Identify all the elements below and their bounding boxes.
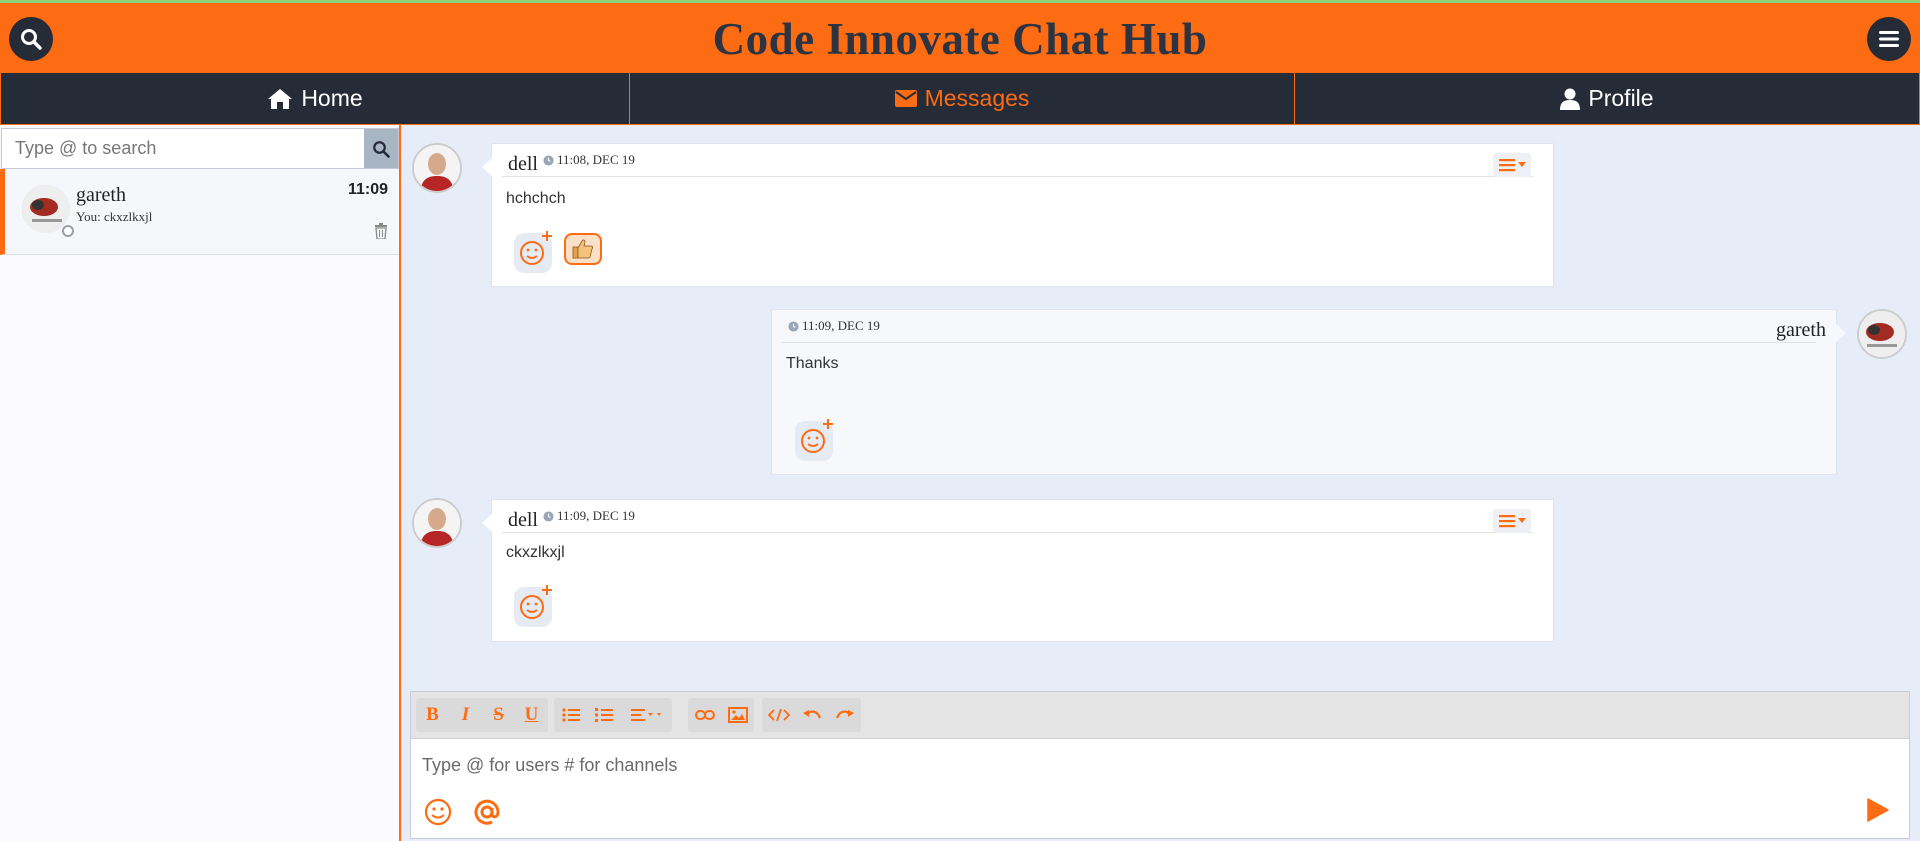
message-timestamp: 11:08, DEC 19 xyxy=(543,152,635,168)
add-emoji-icon xyxy=(801,419,833,453)
envelope-icon xyxy=(894,90,917,107)
numbered-list-icon xyxy=(594,708,613,722)
strikethrough-button[interactable]: S xyxy=(482,698,515,732)
text-style-group: B I S U xyxy=(416,698,548,732)
code-button[interactable] xyxy=(762,698,795,732)
user-icon xyxy=(1560,88,1581,110)
message-header: 11:09, DEC 19 gareth xyxy=(782,315,1826,343)
tab-profile[interactable]: Profile xyxy=(1294,73,1920,125)
app-title: Code Innovate Chat Hub xyxy=(712,14,1208,64)
align-dropdown-button[interactable] xyxy=(620,698,672,732)
conversation-preview: You: ckxzlkxjl xyxy=(76,209,153,224)
conversation-sidebar: gareth You: ckxzlkxjl 11:09 xyxy=(0,125,401,841)
message-composer: B I S U xyxy=(410,691,1910,839)
hamburger-menu-icon xyxy=(1879,31,1899,47)
conversation-search-input[interactable] xyxy=(2,129,364,168)
home-icon xyxy=(268,88,293,109)
reaction-thumbs-up[interactable] xyxy=(564,233,602,265)
message-sender: gareth xyxy=(1776,319,1826,341)
search-icon xyxy=(373,140,390,158)
conversation-name: gareth xyxy=(76,184,126,206)
add-reaction-button[interactable] xyxy=(795,419,833,461)
message-sender: dell xyxy=(508,153,538,175)
emoji-button[interactable] xyxy=(423,797,453,827)
message-timestamp: 11:09, DEC 19 xyxy=(543,508,635,524)
redo-icon xyxy=(835,710,854,719)
message-text: ckxzlkxjl xyxy=(506,544,565,561)
message-bubble: dell 11:08, DEC 19 hchchch xyxy=(482,143,1554,287)
add-emoji-icon xyxy=(520,585,552,619)
bullet-list-icon xyxy=(561,708,580,722)
image-icon xyxy=(727,707,748,723)
send-button[interactable] xyxy=(1863,795,1893,825)
caret-down-icon xyxy=(1517,162,1526,167)
bold-button[interactable]: B xyxy=(416,698,449,732)
message-time: 11:09, DEC 19 xyxy=(802,318,880,333)
message-timestamp: 11:09, DEC 19 xyxy=(788,318,880,334)
undo-icon xyxy=(802,710,821,719)
at-sign-icon xyxy=(474,799,500,825)
undo-button[interactable] xyxy=(795,698,828,732)
list-group xyxy=(554,698,672,732)
delete-conversation-button[interactable] xyxy=(374,223,388,244)
message-input[interactable] xyxy=(422,752,1892,778)
history-group xyxy=(762,698,861,732)
link-button[interactable] xyxy=(688,698,721,732)
caret-down-icon xyxy=(1517,518,1526,523)
underline-button[interactable]: U xyxy=(515,698,548,732)
clock-icon xyxy=(543,510,554,522)
image-button[interactable] xyxy=(721,698,754,732)
formatting-toolbar: B I S U xyxy=(411,692,1909,739)
avatar xyxy=(1857,309,1907,359)
message-menu-button[interactable] xyxy=(1493,509,1531,533)
message-menu-button[interactable] xyxy=(1493,153,1531,177)
conversation-time: 11:09 xyxy=(347,181,388,198)
message-time: 11:09, DEC 19 xyxy=(557,508,635,523)
app-header: Code Innovate Chat Hub xyxy=(0,0,1920,73)
message-header: dell 11:08, DEC 19 xyxy=(502,149,1533,177)
add-emoji-icon xyxy=(520,231,552,265)
emoji-icon xyxy=(424,798,452,826)
message-bubble: 11:09, DEC 19 gareth Thanks xyxy=(771,309,1846,475)
avatar xyxy=(412,143,462,193)
mention-button[interactable] xyxy=(472,797,502,827)
add-reaction-button[interactable] xyxy=(514,585,552,627)
code-icon xyxy=(767,709,790,721)
trash-icon xyxy=(375,223,387,240)
hamburger-menu-icon xyxy=(1498,515,1515,528)
italic-button[interactable]: I xyxy=(449,698,482,732)
bullet-list-button[interactable] xyxy=(554,698,587,732)
message-header: dell 11:09, DEC 19 xyxy=(502,505,1533,533)
message-sender: dell xyxy=(508,509,538,531)
message-bubble: dell 11:09, DEC 19 ckxzlkxjl xyxy=(482,499,1554,642)
numbered-list-button[interactable] xyxy=(587,698,620,732)
tab-messages[interactable]: Messages xyxy=(629,73,1294,125)
tab-profile-label: Profile xyxy=(1588,85,1654,111)
menu-button[interactable] xyxy=(1867,17,1911,61)
message-text: hchchch xyxy=(506,190,566,207)
conversation-item[interactable]: gareth You: ckxzlkxjl 11:09 xyxy=(0,169,399,255)
align-left-icon xyxy=(631,709,661,721)
tab-messages-label: Messages xyxy=(924,85,1030,111)
thumbs-up-icon xyxy=(572,239,594,259)
avatar xyxy=(412,498,462,548)
tab-home[interactable]: Home xyxy=(0,73,629,125)
send-icon xyxy=(1867,798,1889,822)
conversation-search xyxy=(1,128,399,169)
clock-icon xyxy=(543,154,554,166)
insert-group xyxy=(688,698,754,732)
hamburger-menu-icon xyxy=(1498,159,1515,172)
main-nav: Home Messages Profile xyxy=(0,73,1920,125)
message-time: 11:08, DEC 19 xyxy=(557,152,635,167)
redo-button[interactable] xyxy=(828,698,861,732)
message-text: Thanks xyxy=(786,355,839,372)
clock-icon xyxy=(788,320,799,332)
add-reaction-button[interactable] xyxy=(514,231,552,273)
tab-home-label: Home xyxy=(301,85,363,111)
status-indicator xyxy=(62,225,74,237)
conversation-search-button[interactable] xyxy=(364,129,398,168)
link-icon xyxy=(694,710,715,720)
